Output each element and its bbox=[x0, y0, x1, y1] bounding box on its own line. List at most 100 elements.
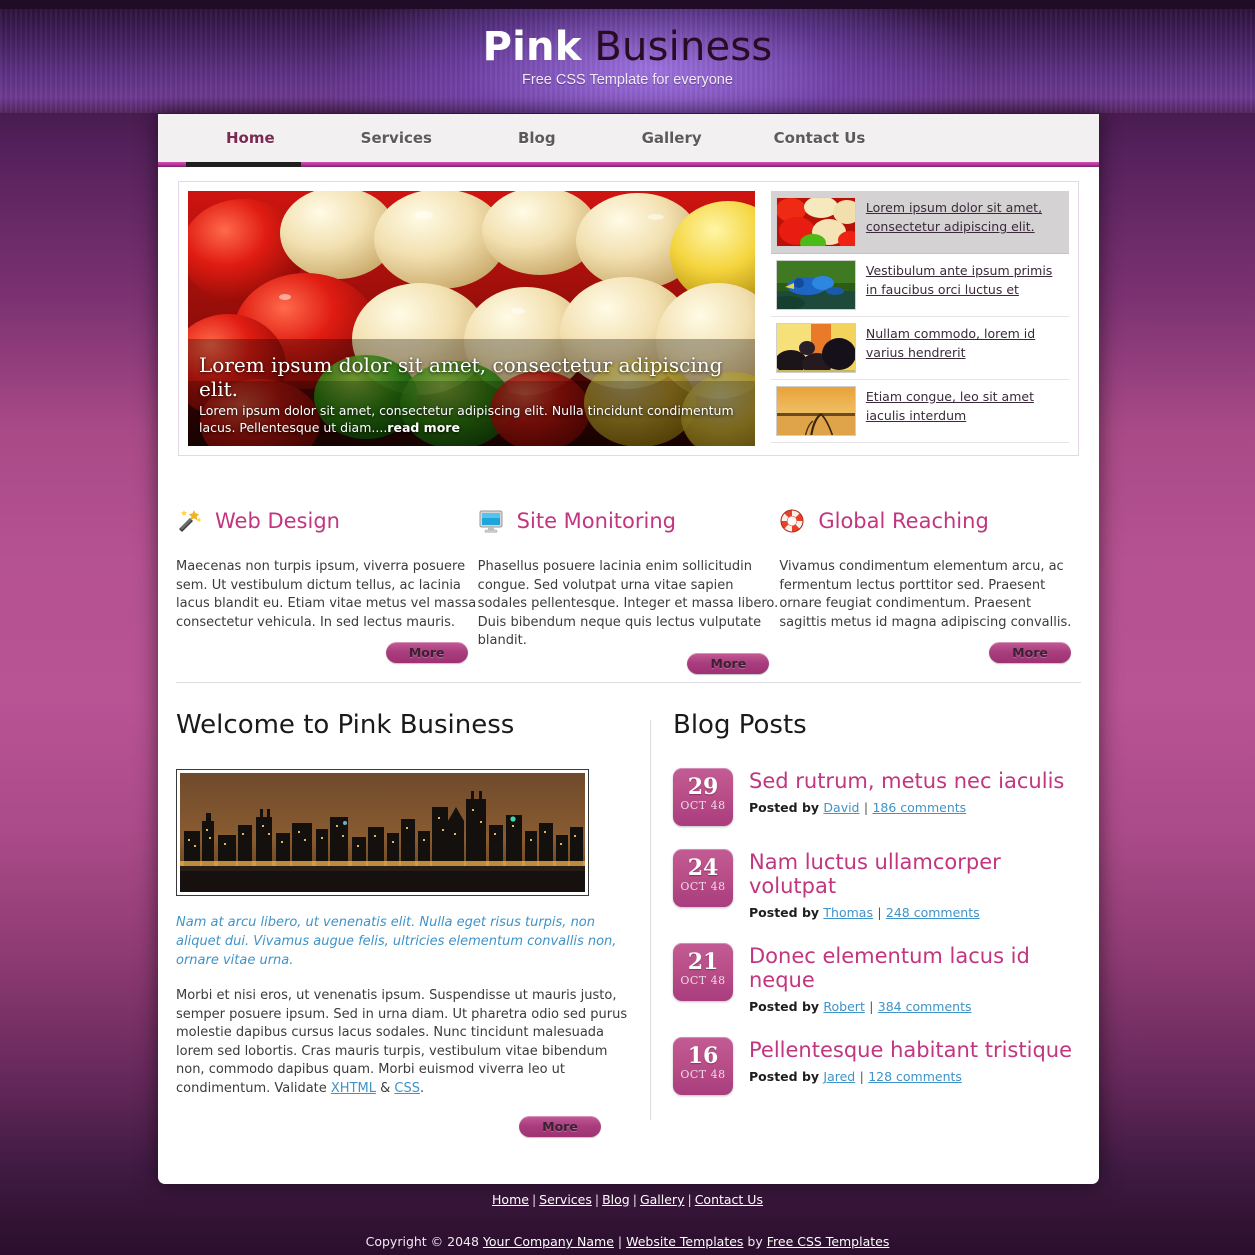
meta-separator: | bbox=[859, 1069, 864, 1084]
magic-wand-icon bbox=[176, 508, 202, 534]
more-button[interactable]: More bbox=[519, 1116, 601, 1137]
welcome-image-frame bbox=[176, 769, 589, 896]
post-author-link[interactable]: Robert bbox=[823, 999, 864, 1014]
meta-separator: | bbox=[877, 905, 882, 920]
feature-text: Maecenas non turpis ipsum, viverra posue… bbox=[176, 559, 477, 630]
featured-list-item-label[interactable]: Nullam commodo, lorem id varius hendreri… bbox=[866, 323, 1063, 362]
site-logo[interactable]: Pink Business bbox=[0, 0, 1255, 68]
copyright-mid: | bbox=[613, 1234, 627, 1249]
more-button[interactable]: More bbox=[989, 642, 1072, 663]
post-date-month: OCT 48 bbox=[680, 1068, 726, 1081]
nav-link-contact-us[interactable]: Contact Us bbox=[754, 114, 886, 162]
nav-item-home[interactable]: Home bbox=[206, 114, 295, 162]
post-date-month: OCT 48 bbox=[680, 974, 726, 987]
post-comments-link[interactable]: 186 comments bbox=[872, 800, 966, 815]
footer-copyright: Copyright © 2048 Your Company Name | Web… bbox=[0, 1234, 1255, 1249]
logo-rest: Business bbox=[581, 24, 773, 70]
blog-post-item[interactable]: 21 OCT 48 Donec elementum lacus id neque… bbox=[673, 943, 1081, 1014]
blackberry-thumb bbox=[775, 323, 856, 373]
post-title[interactable]: Donec elementum lacus id neque bbox=[749, 944, 1081, 992]
footer-link-home[interactable]: Home bbox=[492, 1192, 529, 1207]
featured-list-item[interactable]: Nullam commodo, lorem id varius hendreri… bbox=[770, 317, 1069, 380]
footer-link-services[interactable]: Services bbox=[539, 1192, 592, 1207]
post-title[interactable]: Nam luctus ullamcorper volutpat bbox=[749, 850, 1081, 898]
nav-link-home[interactable]: Home bbox=[206, 114, 295, 162]
featured-list-item[interactable]: Vestibulum ante ipsum primis in faucibus… bbox=[770, 254, 1069, 317]
nav-item-gallery[interactable]: Gallery bbox=[622, 114, 722, 162]
nav-link-blog[interactable]: Blog bbox=[498, 114, 576, 162]
site-tagline: Free CSS Template for everyone bbox=[522, 72, 733, 88]
feature-columns: Web Design Maecenas non turpis ipsum, vi… bbox=[176, 504, 1081, 674]
section-divider bbox=[176, 682, 1081, 683]
free-css-templates-link[interactable]: Free CSS Templates bbox=[767, 1234, 890, 1249]
feature-text: Phasellus posuere lacinia enim sollicitu… bbox=[477, 559, 779, 648]
footer-link-blog[interactable]: Blog bbox=[602, 1192, 630, 1207]
footer-navigation: Home | Services | Blog | Gallery | Contact Us bbox=[0, 1192, 1255, 1207]
featured-list-item-label[interactable]: Lorem ipsum dolor sit amet, consectetur … bbox=[866, 197, 1063, 236]
post-comments-link[interactable]: 384 comments bbox=[878, 999, 972, 1014]
website-templates-link[interactable]: Website Templates bbox=[626, 1234, 743, 1249]
lifebuoy-icon bbox=[779, 508, 805, 534]
post-title[interactable]: Pellentesque habitant tristique bbox=[749, 1038, 1072, 1062]
welcome-panel: Welcome to Pink Business Nam at arcu lib… bbox=[176, 710, 628, 1140]
post-title-text: Pellentesque habitant tristique bbox=[749, 1038, 1072, 1062]
company-link[interactable]: Your Company Name bbox=[483, 1234, 614, 1249]
nav-link-services[interactable]: Services bbox=[341, 114, 452, 162]
footer-link-contact-us[interactable]: Contact Us bbox=[695, 1192, 763, 1207]
featured-list-item[interactable]: Etiam congue, leo sit amet iaculis inter… bbox=[770, 380, 1069, 443]
featured-list-item-label[interactable]: Etiam congue, leo sit amet iaculis inter… bbox=[866, 386, 1063, 425]
footer-link-gallery[interactable]: Gallery bbox=[640, 1192, 685, 1207]
parrot-thumb bbox=[775, 260, 856, 310]
welcome-body-amp: & bbox=[375, 1080, 395, 1096]
post-date-badge: 16 OCT 48 bbox=[673, 1037, 733, 1095]
blog-post-item[interactable]: 29 OCT 48 Sed rutrum, metus nec iaculis … bbox=[673, 768, 1081, 826]
post-comments-link[interactable]: 248 comments bbox=[886, 905, 980, 920]
css-validate-link[interactable]: CSS bbox=[394, 1081, 420, 1096]
post-author-link[interactable]: David bbox=[823, 800, 859, 815]
featured-caption-body: Lorem ipsum dolor sit amet, consectetur … bbox=[199, 403, 734, 435]
post-date-badge: 29 OCT 48 bbox=[673, 768, 733, 826]
feature-title: Global Reaching bbox=[818, 509, 989, 533]
nav-item-services[interactable]: Services bbox=[341, 114, 452, 162]
post-author-link[interactable]: Jared bbox=[823, 1069, 855, 1084]
featured-list-item-label[interactable]: Vestibulum ante ipsum primis in faucibus… bbox=[866, 260, 1063, 299]
more-button[interactable]: More bbox=[687, 652, 770, 674]
nav-item-contact-us[interactable]: Contact Us bbox=[754, 114, 886, 162]
post-comments-link[interactable]: 128 comments bbox=[868, 1069, 962, 1084]
more-button[interactable]: More bbox=[385, 642, 468, 663]
welcome-body-end: . bbox=[419, 1080, 425, 1096]
monitor-icon bbox=[478, 508, 504, 534]
blog-post-item[interactable]: 24 OCT 48 Nam luctus ullamcorper volutpa… bbox=[673, 849, 1081, 920]
nav-link-gallery[interactable]: Gallery bbox=[622, 114, 722, 162]
nav-item-blog[interactable]: Blog bbox=[498, 114, 576, 162]
posted-by-label: Posted by bbox=[749, 1069, 820, 1084]
main-navigation: Home Services Blog Gallery Contact Us bbox=[158, 114, 1099, 167]
featured-readmore-link[interactable]: read more bbox=[387, 420, 460, 435]
meta-separator: | bbox=[869, 999, 874, 1014]
post-author-link[interactable]: Thomas bbox=[823, 905, 873, 920]
magic-wand-glyph bbox=[179, 510, 201, 532]
featured-caption-title: Lorem ipsum dolor sit amet, consectetur … bbox=[199, 353, 723, 401]
featured-list-item[interactable]: Lorem ipsum dolor sit amet, consectetur … bbox=[770, 191, 1069, 254]
footer-sep: | bbox=[531, 1192, 537, 1207]
post-date-day: 21 bbox=[687, 949, 719, 975]
blog-post-item[interactable]: 16 OCT 48 Pellentesque habitant tristiqu… bbox=[673, 1037, 1081, 1095]
peppers-thumb-illustration bbox=[776, 198, 855, 246]
copyright-prefix: Copyright © 2048 bbox=[365, 1234, 483, 1249]
featured-image[interactable]: Lorem ipsum dolor sit amet, consectetur … bbox=[188, 191, 755, 446]
post-meta: Posted by David | 186 comments bbox=[749, 800, 1064, 815]
sunset-thumb bbox=[775, 386, 856, 436]
nav-underline-bar bbox=[158, 162, 1099, 167]
welcome-body-before: Morbi et nisi eros, ut venenatis ipsum. … bbox=[176, 988, 628, 1096]
post-date-month: OCT 48 bbox=[680, 799, 726, 812]
xhtml-validate-link[interactable]: XHTML bbox=[331, 1081, 376, 1096]
footer-sep: | bbox=[687, 1192, 692, 1207]
welcome-title: Welcome to Pink Business bbox=[176, 710, 515, 740]
feature-title: Web Design bbox=[215, 509, 340, 533]
post-title[interactable]: Sed rutrum, metus nec iaculis bbox=[749, 769, 1064, 793]
post-meta: Posted by Thomas | 248 comments bbox=[749, 905, 1081, 920]
feature-column-web-design: Web Design Maecenas non turpis ipsum, vi… bbox=[176, 504, 478, 674]
nav-list: Home Services Blog Gallery Contact Us bbox=[158, 114, 1099, 162]
post-date-day: 24 bbox=[687, 855, 719, 881]
lifebuoy-glyph bbox=[780, 509, 804, 533]
